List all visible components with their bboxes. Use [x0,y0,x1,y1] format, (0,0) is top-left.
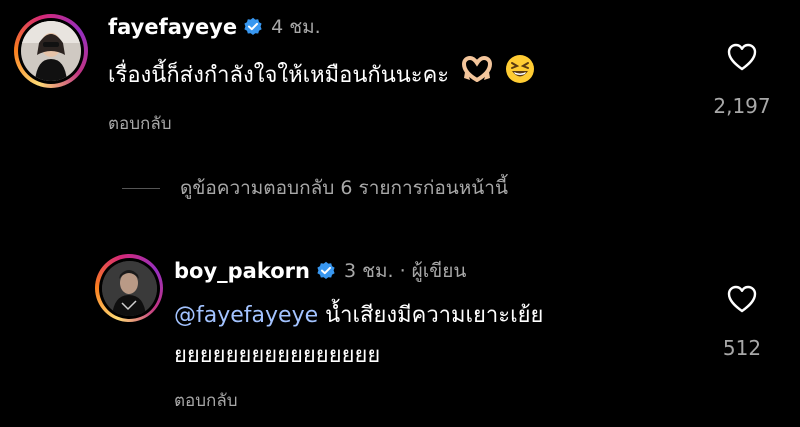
reply-body-line2: ยยยยยยยยยยยยยยยย [174,343,381,368]
avatar-fayefayeye[interactable] [14,14,88,88]
verified-badge-icon [243,17,263,37]
reply-text: @fayefayeye น้ำเสียงมีความเยาะเย้ย ยยยยย… [174,296,543,376]
reply-button[interactable]: ตอบกลับ [174,387,238,414]
heart-hands-emoji-icon [462,55,493,96]
reply-button[interactable]: ตอบกลับ [108,110,172,137]
like-count: 2,197 [713,94,771,118]
verified-badge-icon [316,261,336,281]
like-count: 512 [722,336,762,360]
heart-icon[interactable] [726,284,758,318]
like-control: 2,197 [710,42,774,118]
comment-header: fayefayeye 4 ชม. [108,12,321,42]
comment-text: เรื่องนี้ก็ส่งกำลังใจให้เหมือนกันนะคะ [108,54,535,98]
avatar-boy-pakorn[interactable] [95,254,163,322]
avatar-image [21,21,81,81]
view-replies-label[interactable]: ดูข้อความตอบกลับ 6 รายการก่อนหน้านี้ [180,173,508,203]
comment-username[interactable]: fayefayeye [108,15,237,39]
view-previous-replies[interactable]: ดูข้อความตอบกลับ 6 รายการก่อนหน้านี้ [122,173,508,203]
divider-line [122,187,160,189]
author-badge: ผู้เขียน [411,260,467,282]
comment-body: เรื่องนี้ก็ส่งกำลังใจให้เหมือนกันนะคะ [108,63,450,88]
grinning-squinting-face-emoji-icon [505,54,535,98]
reply-body-line1: น้ำเสียงมีความเยาะเย้ย [325,303,544,328]
like-control: 512 [710,284,774,360]
comment-time: 4 ชม. [271,16,321,38]
heart-icon[interactable] [726,42,758,76]
reply-time: 3 ชม. [344,260,394,282]
comment-thread: fayefayeye 4 ชม. เรื่องนี้ก็ส่งกำลังใจให… [0,0,800,427]
meta-separator: · [399,260,406,282]
mention-link[interactable]: @fayefayeye [174,303,318,328]
avatar-image [101,260,157,316]
reply-username[interactable]: boy_pakorn [174,259,310,283]
reply-header: boy_pakorn 3 ชม. · ผู้เขียน [174,256,466,286]
